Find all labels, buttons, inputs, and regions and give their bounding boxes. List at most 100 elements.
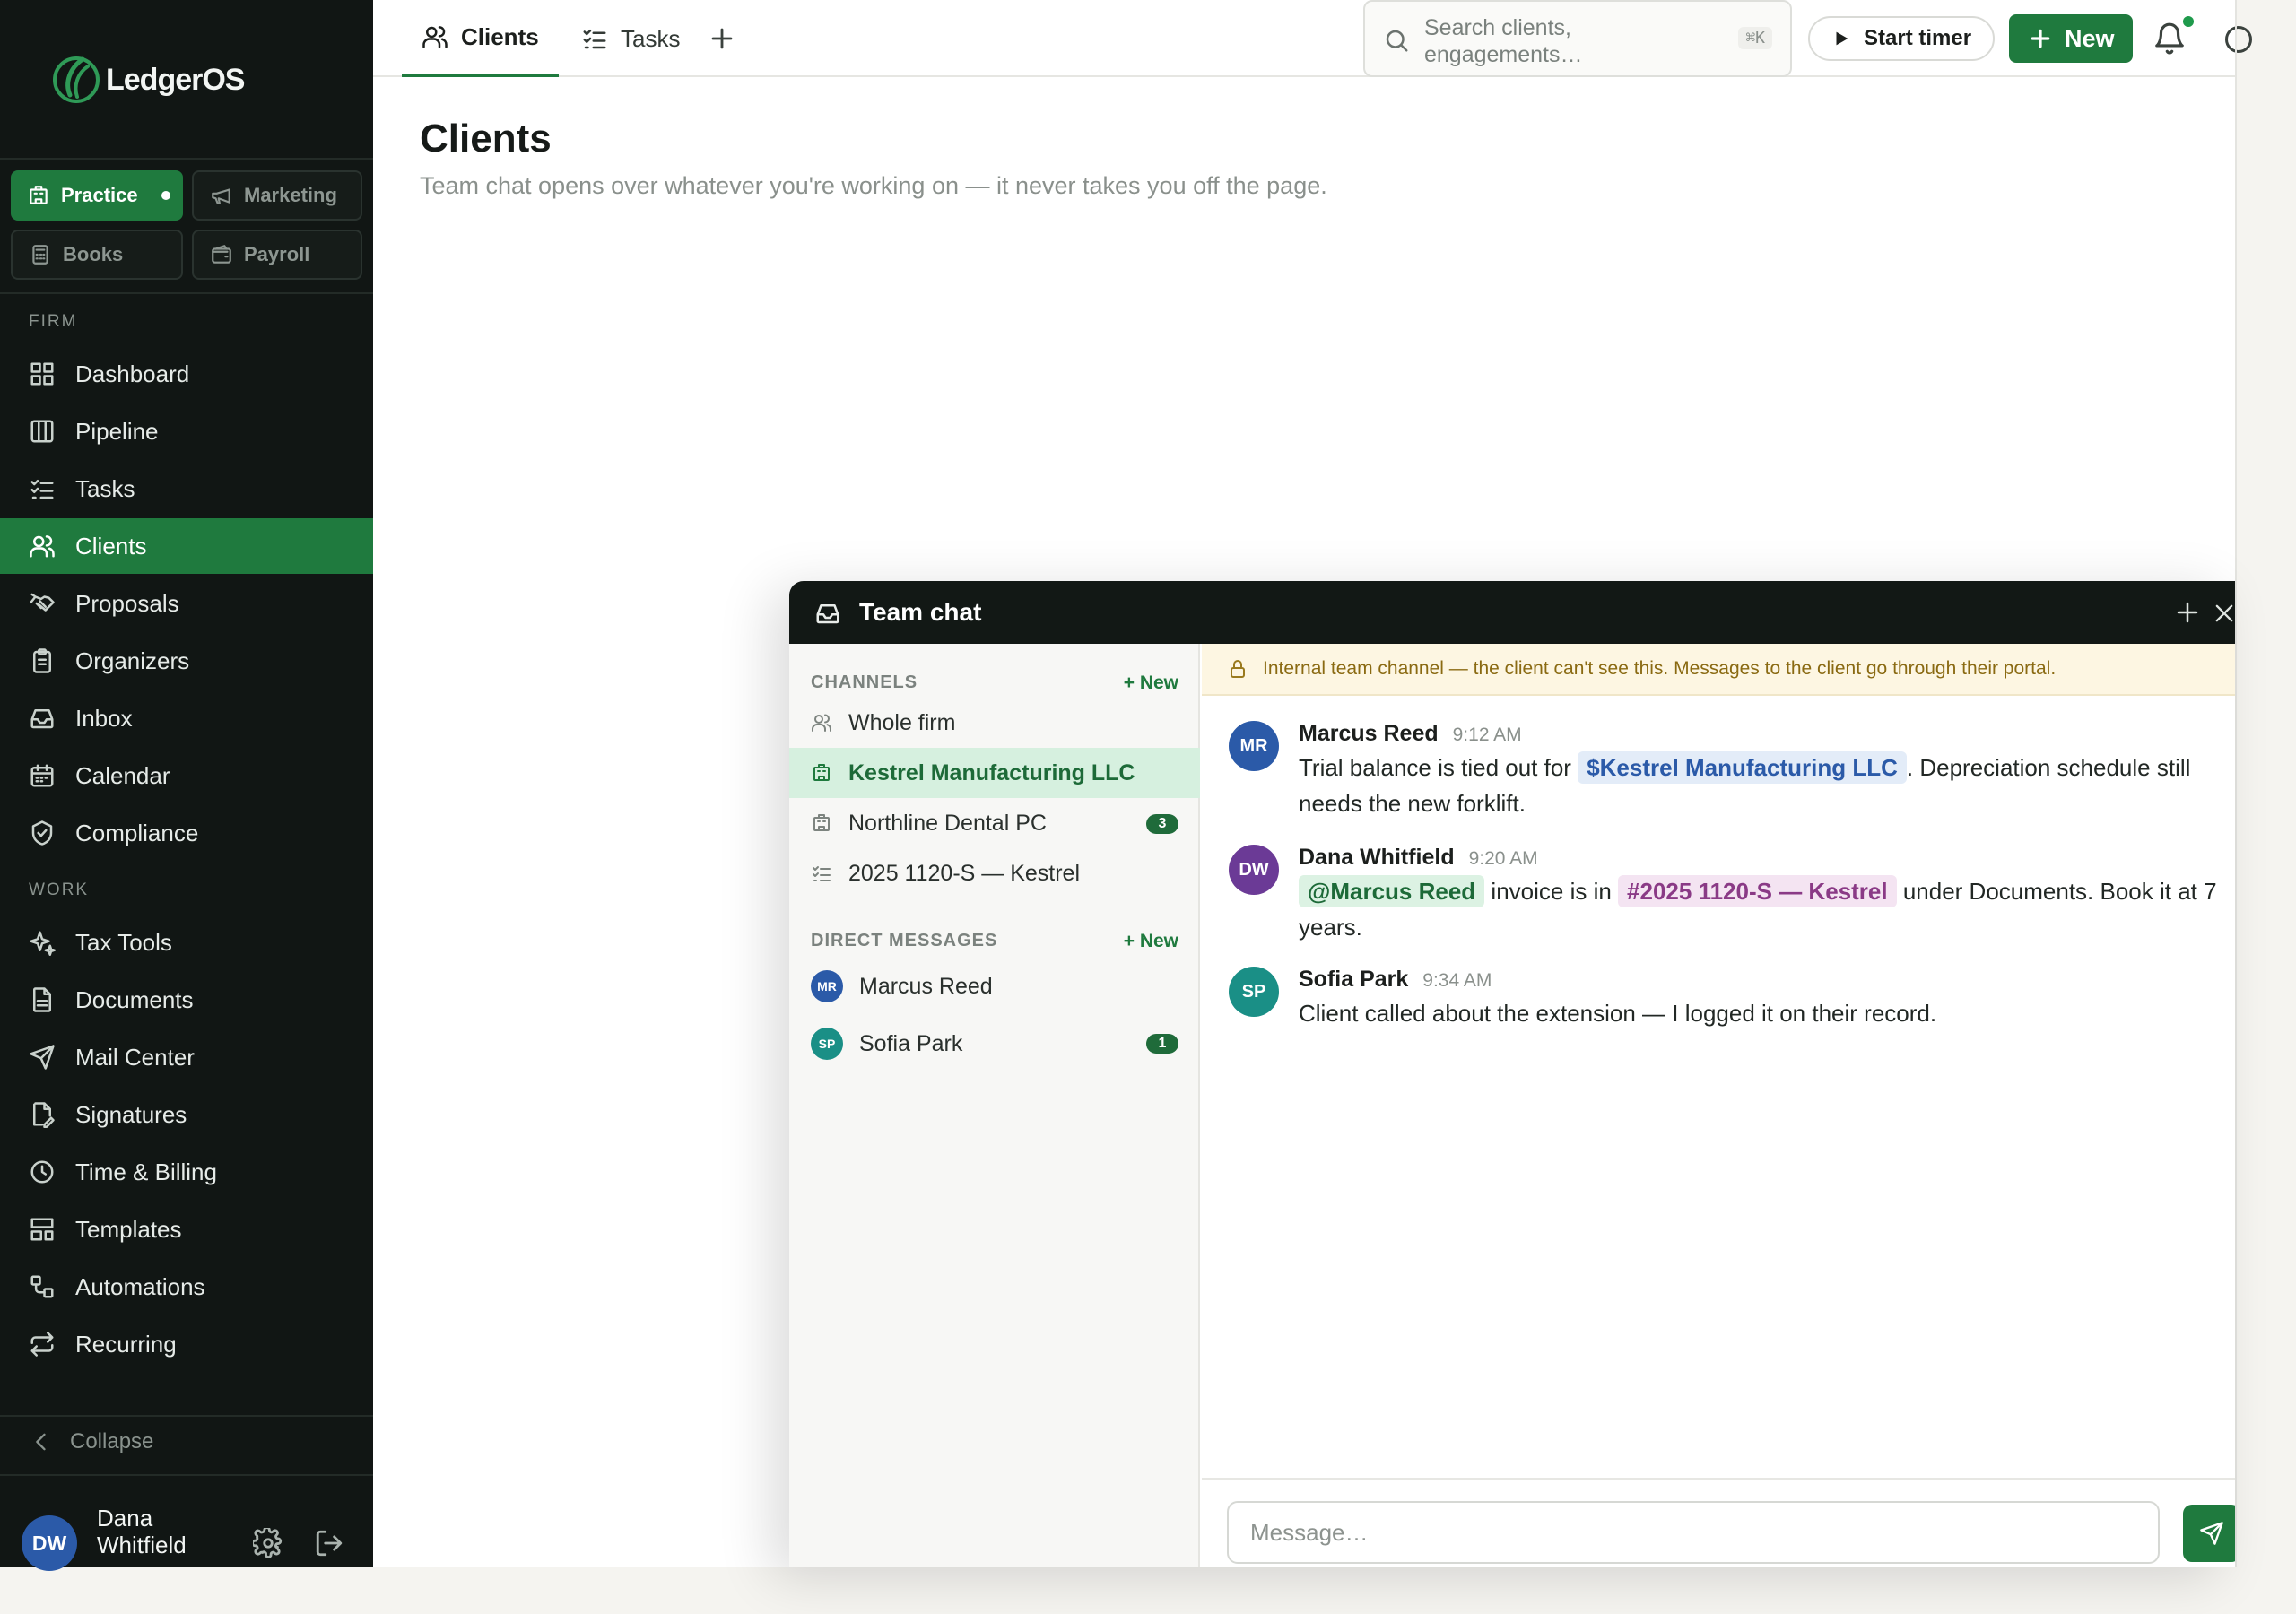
start-timer-label: Start timer [1864, 26, 1972, 50]
channel-kestrel-manufacturing[interactable]: Kestrel Manufacturing LLC [789, 748, 1200, 798]
tab-clients[interactable]: Clients [402, 0, 559, 77]
gear-icon[interactable] [253, 1528, 283, 1558]
send-button[interactable] [2183, 1505, 2235, 1562]
sidebar-item-label: Recurring [75, 1330, 177, 1358]
message-time: 9:12 AM [1452, 725, 1522, 745]
channel-label: Kestrel Manufacturing LLC [848, 759, 1135, 785]
client-mention-chip[interactable]: $Kestrel Manufacturing LLC [1578, 751, 1907, 784]
sidebar-item-tax-tools[interactable]: Tax Tools [0, 915, 373, 970]
sidebar-item-label: Inbox [75, 704, 133, 732]
workspace-practice[interactable]: Practice [11, 170, 183, 221]
dms-label: DIRECT MESSAGES [811, 931, 998, 950]
chat-title: Team chat [859, 598, 982, 626]
channel-whole-firm[interactable]: Whole firm [789, 698, 1200, 748]
workspace-books[interactable]: Books [11, 230, 183, 280]
send-icon [30, 1045, 55, 1070]
brand-logo[interactable]: LedgerOS [50, 52, 245, 108]
collapse-sidebar-button[interactable]: Collapse [29, 1429, 153, 1454]
building-icon [813, 814, 830, 831]
plus-icon[interactable] [707, 23, 737, 54]
sidebar-item-signatures[interactable]: Signatures [0, 1087, 373, 1142]
grid-icon [30, 362, 54, 386]
sidebar-item-label: Mail Center [75, 1043, 195, 1071]
dm-name: Marcus Reed [859, 973, 993, 999]
start-timer-button[interactable]: Start timer [1808, 16, 1995, 61]
sidebar-item-recurring[interactable]: Recurring [0, 1316, 373, 1372]
tab-tasks[interactable]: Tasks [581, 0, 680, 77]
engagement-mention-chip[interactable]: #2025 1120-S — Kestrel [1618, 875, 1897, 907]
notification-dot [2183, 16, 2194, 27]
bell-icon[interactable] [2152, 22, 2187, 56]
avatar[interactable]: DW [22, 1515, 77, 1571]
global-search[interactable]: Search clients, engagements… ⌘K [1363, 0, 1792, 77]
clock-icon [30, 1160, 54, 1184]
plus-icon[interactable] [2174, 599, 2201, 626]
close-icon[interactable] [2212, 601, 2235, 626]
tab-label: Tasks [621, 24, 681, 52]
new-button[interactable]: New [2009, 14, 2133, 63]
sparkles-icon [30, 931, 56, 956]
wallet-icon [212, 245, 231, 264]
channel-northline-dental[interactable]: Northline Dental PC 3 [789, 798, 1200, 848]
sidebar-item-label: Documents [75, 985, 194, 1013]
help-icon[interactable] [2221, 23, 2257, 56]
sidebar-item-time-billing[interactable]: Time & Billing [0, 1144, 373, 1200]
message-author: Dana Whitfield [1299, 845, 1455, 870]
dm-sofia-park[interactable]: SP Sofia Park 1 [789, 1017, 1200, 1071]
workspace-label: Payroll [244, 243, 310, 265]
page-subtitle: Team chat opens over whatever you're wor… [420, 172, 1327, 199]
plus-icon [2031, 29, 2050, 48]
new-channel-button[interactable]: + New [1124, 672, 1178, 694]
sidebar-item-dashboard[interactable]: Dashboard [0, 346, 373, 402]
message-text: invoice is in [1484, 878, 1619, 905]
dm-marcus-reed[interactable]: MR Marcus Reed [789, 959, 1200, 1013]
avatar: SP [811, 1028, 843, 1060]
channel-label: 2025 1120-S — Kestrel [848, 860, 1081, 886]
checklist-icon [813, 866, 831, 881]
unread-badge: 3 [1146, 814, 1178, 834]
content-edge [2235, 0, 2237, 1567]
workspace-payroll[interactable]: Payroll [192, 230, 362, 280]
sidebar-item-proposals[interactable]: Proposals [0, 576, 373, 631]
sidebar-item-clients[interactable]: Clients [0, 518, 373, 574]
user-mention-chip[interactable]: @Marcus Reed [1299, 875, 1485, 907]
channel-label: Northline Dental PC [848, 810, 1047, 836]
logout-icon[interactable] [314, 1528, 344, 1558]
sidebar-item-compliance[interactable]: Compliance [0, 805, 373, 861]
workspace-marketing[interactable]: Marketing [192, 170, 362, 221]
lock-icon [1231, 660, 1245, 678]
top-bar: Clients Tasks Search clients, engagement… [373, 0, 2252, 77]
users-icon [812, 714, 832, 732]
message-input[interactable] [1227, 1501, 2160, 1564]
channel-engagement-1120s[interactable]: 2025 1120-S — Kestrel [789, 848, 1200, 898]
sidebar-item-label: Proposals [75, 589, 179, 617]
notice-text: Internal team channel — the client can't… [1263, 658, 2057, 679]
sidebar-item-tasks[interactable]: Tasks [0, 461, 373, 516]
sidebar-item-label: Templates [75, 1215, 182, 1243]
sidebar-item-documents[interactable]: Documents [0, 972, 373, 1028]
new-dm-button[interactable]: + New [1124, 931, 1178, 952]
users-icon [422, 26, 448, 48]
building-icon [30, 186, 48, 204]
repeat-icon [30, 1332, 54, 1357]
sidebar-item-templates[interactable]: Templates [0, 1202, 373, 1257]
sidebar-item-label: Time & Billing [75, 1158, 217, 1185]
sidebar-item-organizers[interactable]: Organizers [0, 633, 373, 689]
search-shortcut: ⌘K [1738, 27, 1772, 49]
checklist-icon [583, 30, 606, 49]
sidebar-item-label: Signatures [75, 1100, 187, 1128]
sidebar-item-inbox[interactable]: Inbox [0, 690, 373, 746]
sidebar-item-pipeline[interactable]: Pipeline [0, 404, 373, 459]
users-icon [30, 535, 55, 558]
building-icon [813, 764, 830, 781]
chevron-left-icon [36, 1433, 46, 1451]
app-sidebar: LedgerOS Practice Marketing Books Payrol… [0, 0, 373, 1571]
sidebar-divider [0, 292, 373, 294]
sidebar-item-calendar[interactable]: Calendar [0, 748, 373, 803]
sidebar-item-automations[interactable]: Automations [0, 1259, 373, 1315]
signature-icon [33, 1102, 55, 1128]
channel-label: Whole firm [848, 709, 956, 735]
sidebar-item-mail-center[interactable]: Mail Center [0, 1029, 373, 1085]
inbox-icon [816, 604, 839, 624]
channels-header: CHANNELS + New [811, 672, 1178, 694]
